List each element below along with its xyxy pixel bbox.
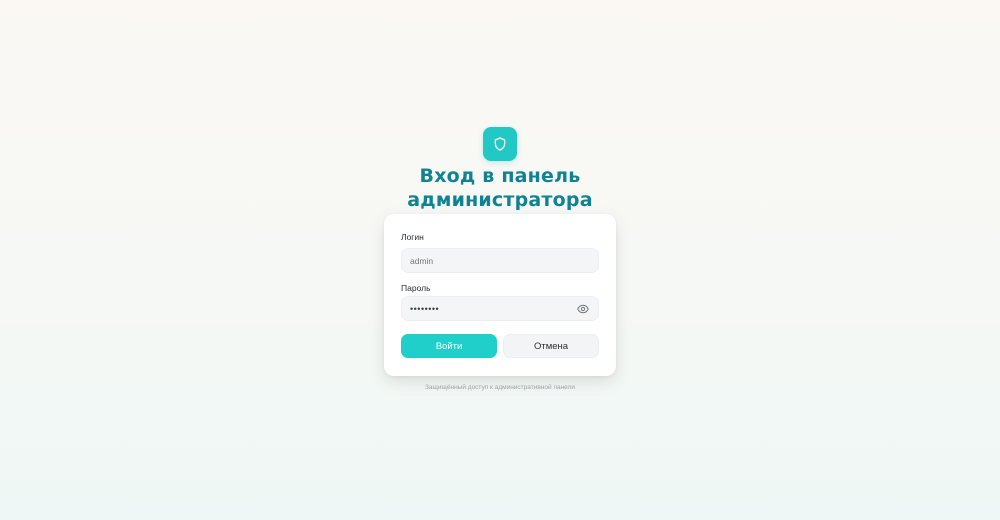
eye-icon[interactable] xyxy=(576,302,590,316)
password-input[interactable]: •••••••• xyxy=(402,304,576,314)
shield-icon xyxy=(483,127,517,161)
login-field[interactable] xyxy=(401,248,599,273)
cancel-button[interactable]: Отмена xyxy=(503,334,599,358)
page-title-line-1: Вход в панель xyxy=(419,165,581,187)
login-button[interactable]: Войти xyxy=(401,334,497,358)
footer-note: Защищённый доступ к административной пан… xyxy=(425,384,575,391)
page-title-line-2: администратора xyxy=(407,189,593,211)
login-input[interactable] xyxy=(402,249,580,272)
page-title: Вход в панель администратора xyxy=(300,164,700,212)
login-card: Логин Пароль •••••••• Войти Отмена xyxy=(384,214,616,376)
password-label: Пароль xyxy=(401,283,431,293)
password-field[interactable]: •••••••• xyxy=(401,296,599,321)
login-label: Логин xyxy=(401,232,424,242)
